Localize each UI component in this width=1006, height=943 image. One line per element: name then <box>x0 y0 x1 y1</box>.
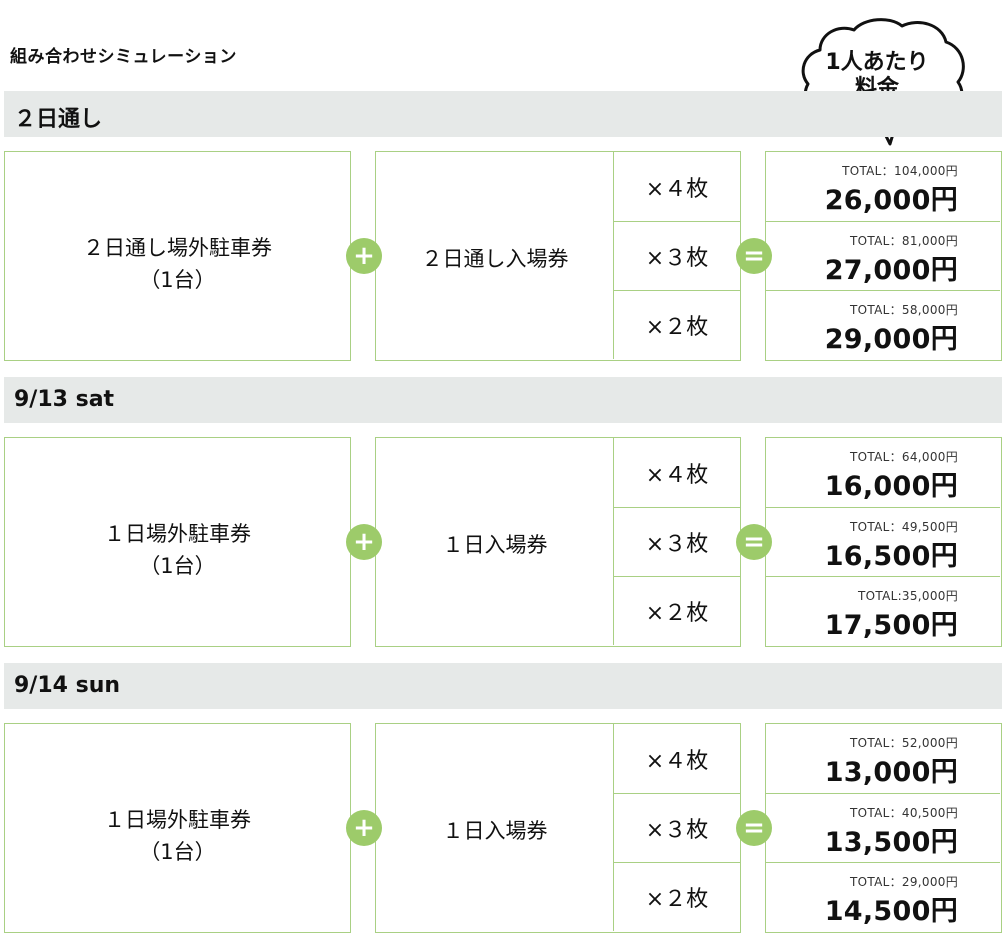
price-result-box: TOTAL：64,000円 16,000円 TOTAL：49,500円 16,5… <box>765 437 1002 647</box>
price-row: TOTAL：29,000円 14,500円 <box>766 862 1000 931</box>
per-person-price: 16,000円 <box>824 471 958 502</box>
section-title: ２日通し <box>14 107 103 132</box>
total-amount: TOTAL：81,000円 <box>850 234 958 248</box>
total-amount: TOTAL：104,000円 <box>842 164 958 178</box>
plus-icon: + <box>346 810 382 846</box>
total-amount: TOTAL：49,500円 <box>850 520 958 534</box>
equals-icon: = <box>736 810 772 846</box>
equals-icon: = <box>736 524 772 560</box>
total-amount: TOTAL：64,000円 <box>850 450 958 464</box>
parking-ticket-box: １日場外駐車券 （1台） <box>4 437 351 647</box>
parking-ticket-label: １日場外駐車券 （1台） <box>104 522 251 578</box>
per-person-price: 26,000円 <box>824 185 958 216</box>
quantity-cell: ×４枚 <box>645 462 709 488</box>
quantity-cell: ×２枚 <box>614 290 740 359</box>
per-person-price: 16,500円 <box>824 541 958 572</box>
admission-ticket-box: １日入場券 ×４枚 ×３枚 ×２枚 <box>375 437 741 647</box>
quantity-cell: ×２枚 <box>614 862 740 931</box>
admission-ticket-label: ２日通し入場券 <box>421 247 569 271</box>
price-row: TOTAL：52,000円 13,000円 <box>766 724 1000 793</box>
per-person-price: 29,000円 <box>824 324 958 355</box>
total-amount: TOTAL：29,000円 <box>850 875 958 889</box>
quantity-cell: ×３枚 <box>614 221 740 290</box>
quantity-column: ×４枚 ×３枚 ×２枚 <box>613 152 740 359</box>
page-title: 組み合わせシミュレーション <box>10 47 237 67</box>
quantity-cell: ×２枚 <box>614 576 740 645</box>
admission-ticket-label: １日入場券 <box>442 533 548 557</box>
price-row: TOTAL：58,000円 29,000円 <box>766 290 1000 359</box>
total-amount: TOTAL：40,500円 <box>850 806 958 820</box>
per-person-price: 14,500円 <box>824 896 958 927</box>
total-amount: TOTAL:35,000円 <box>858 589 958 603</box>
quantity-cell: ×３枚 <box>614 507 740 576</box>
quantity-cell: ×３枚 <box>614 793 740 862</box>
price-row: TOTAL:35,000円 17,500円 <box>766 576 1000 645</box>
per-person-price: 13,000円 <box>824 757 958 788</box>
parking-ticket-box: ２日通し場外駐車券 （1台） <box>4 151 351 361</box>
total-amount: TOTAL：52,000円 <box>850 736 958 750</box>
price-row: TOTAL：49,500円 16,500円 <box>766 507 1000 576</box>
parking-ticket-label: ２日通し場外駐車券 （1台） <box>83 236 272 292</box>
plus-icon: + <box>346 238 382 274</box>
quantity-cell: ×４枚 <box>645 748 709 774</box>
admission-ticket-label: １日入場券 <box>442 819 548 843</box>
quantity-cell: ×４枚 <box>645 176 709 202</box>
quantity-column: ×４枚 ×３枚 ×２枚 <box>613 724 740 931</box>
price-result-box: TOTAL：52,000円 13,000円 TOTAL：40,500円 13,5… <box>765 723 1002 933</box>
price-result-box: TOTAL：104,000円 26,000円 TOTAL：81,000円 27,… <box>765 151 1002 361</box>
price-row: TOTAL：104,000円 26,000円 <box>766 152 1000 221</box>
price-row: TOTAL：40,500円 13,500円 <box>766 793 1000 862</box>
equals-icon: = <box>736 238 772 274</box>
section-header: 9/13 sat <box>4 377 1002 423</box>
section-header: 9/14 sun <box>4 663 1002 709</box>
parking-ticket-label: １日場外駐車券 （1台） <box>104 808 251 864</box>
per-person-price: 17,500円 <box>824 610 958 641</box>
price-row: TOTAL：64,000円 16,000円 <box>766 438 1000 507</box>
plus-icon: + <box>346 524 382 560</box>
quantity-column: ×４枚 ×３枚 ×２枚 <box>613 438 740 645</box>
admission-ticket-box: １日入場券 ×４枚 ×３枚 ×２枚 <box>375 723 741 933</box>
admission-ticket-box: ２日通し入場券 ×４枚 ×３枚 ×２枚 <box>375 151 741 361</box>
per-person-price: 13,500円 <box>824 827 958 858</box>
section-title: 9/13 sat <box>14 387 115 412</box>
section-title: 9/14 sun <box>14 673 121 698</box>
total-amount: TOTAL：58,000円 <box>850 303 958 317</box>
parking-ticket-box: １日場外駐車券 （1台） <box>4 723 351 933</box>
per-person-price: 27,000円 <box>824 255 958 286</box>
section-header: ２日通し <box>4 91 1002 137</box>
price-row: TOTAL：81,000円 27,000円 <box>766 221 1000 290</box>
